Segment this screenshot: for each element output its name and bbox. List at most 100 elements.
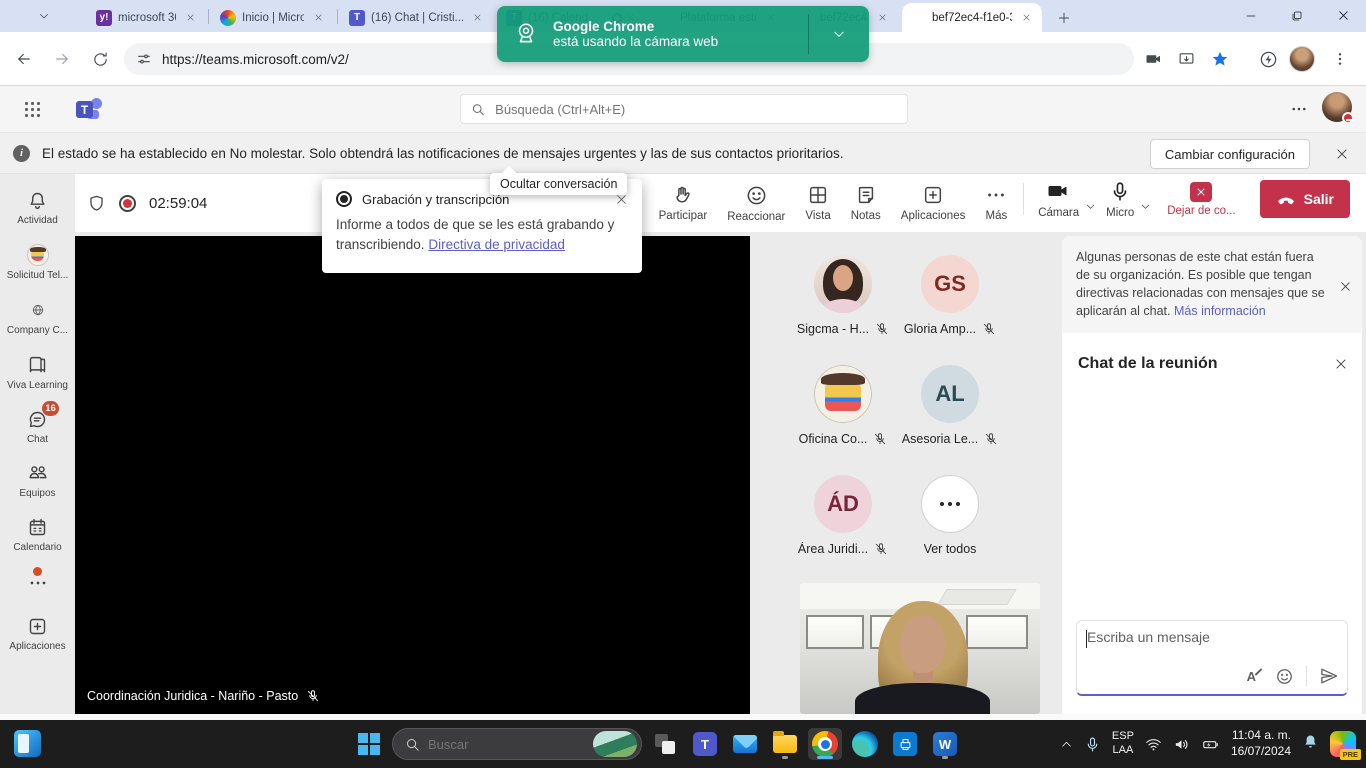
taskbar-chrome-icon[interactable]	[808, 728, 842, 760]
taskbar-file-explorer-icon[interactable]	[768, 728, 802, 760]
notification-bell-icon[interactable]	[1302, 733, 1319, 755]
taskbar-teams-icon[interactable]: T	[688, 728, 722, 760]
browser-tab[interactable]: T (16) Chat | Cristi...	[341, 3, 493, 32]
wifi-icon[interactable]	[1145, 736, 1162, 753]
taskbar-word-icon[interactable]: W	[928, 728, 962, 760]
more-info-link[interactable]: Más información	[1174, 304, 1266, 318]
taskbar-search[interactable]	[392, 728, 642, 760]
search-highlight-thumbnail[interactable]	[593, 731, 637, 757]
camera-permission-icon[interactable]	[1140, 45, 1168, 73]
site-info-icon[interactable]	[136, 51, 152, 67]
reload-icon[interactable]	[86, 45, 114, 73]
toolbar-vista-button[interactable]: Vista	[795, 179, 840, 227]
language-indicator[interactable]: ESP LAA	[1112, 730, 1134, 758]
teams-search-box[interactable]	[460, 94, 908, 124]
window-close-button[interactable]	[1320, 0, 1366, 31]
participant-tile[interactable]: GS Gloria Amp...	[892, 255, 1008, 336]
self-video-tile[interactable]	[800, 583, 1040, 714]
leave-button[interactable]: Salir	[1260, 180, 1350, 218]
taskbar-search-input[interactable]	[428, 737, 578, 752]
toolbar-notas-button[interactable]: Notas	[841, 179, 891, 227]
participant-tile[interactable]: Sigcma - H...	[785, 255, 901, 336]
change-settings-button[interactable]: Cambiar configuración	[1150, 139, 1310, 169]
yammer-icon: y!	[96, 10, 112, 26]
tab-close-icon[interactable]	[1018, 10, 1034, 26]
window-restore-button[interactable]	[1274, 0, 1320, 31]
send-icon[interactable]	[1319, 666, 1339, 686]
taskbar-scanner-icon[interactable]	[888, 728, 922, 760]
toolbar-mas-button[interactable]: Más	[975, 179, 1017, 227]
app-launcher-icon[interactable]	[25, 102, 40, 117]
toolbar-participar-button[interactable]: Participar	[649, 179, 718, 227]
stop-sharing-button[interactable]: Dejar de co...	[1167, 182, 1235, 217]
install-app-icon[interactable]	[1172, 45, 1200, 73]
taskbar-mail-icon[interactable]	[728, 728, 762, 760]
forward-icon[interactable]	[48, 45, 76, 73]
camera-options-chevron-icon[interactable]	[1085, 201, 1096, 212]
banner-close-icon[interactable]	[1330, 142, 1354, 166]
battery-icon[interactable]	[1201, 736, 1220, 753]
taskbar-edge-icon[interactable]	[848, 728, 882, 760]
toolbar-aplicaciones-button[interactable]: Aplicaciones	[891, 179, 976, 227]
participant-tile[interactable]: Oficina Co...	[785, 365, 901, 446]
tab-close-icon[interactable]	[469, 10, 485, 26]
url-text: https://teams.microsoft.com/v2/	[162, 52, 349, 67]
mic-icon	[1109, 180, 1131, 203]
start-button[interactable]	[352, 728, 386, 760]
participant-avatar-initials: AL	[921, 365, 979, 423]
sidebar-item-equipos[interactable]: Equipos	[0, 461, 75, 499]
taskbar-clock[interactable]: 11:04 a. m. 16/07/2024	[1231, 728, 1291, 759]
participant-tile[interactable]: ÁD Área Juridi...	[785, 475, 901, 556]
notice-close-icon[interactable]	[1339, 280, 1352, 293]
browser-tab[interactable]: Inicio | Microsof...	[212, 3, 334, 32]
back-icon[interactable]	[10, 45, 38, 73]
teams-profile-avatar[interactable]	[1322, 92, 1352, 122]
message-input[interactable]	[1087, 629, 1337, 645]
camera-button[interactable]: Cámara	[1034, 179, 1083, 219]
extension-icon[interactable]	[1254, 45, 1282, 73]
browser-profile-avatar[interactable]	[1288, 45, 1316, 73]
tab-search-chevron-icon[interactable]	[30, 5, 58, 27]
copilot-icon[interactable]: PRE	[1330, 731, 1356, 757]
new-tab-button[interactable]	[1052, 6, 1076, 30]
participant-avatar-initials: GS	[921, 255, 979, 313]
message-composer[interactable]: A	[1076, 620, 1348, 696]
sidebar-item-chat[interactable]: 16 Chat	[0, 407, 75, 445]
teams-search-input[interactable]	[495, 102, 897, 117]
emoji-icon[interactable]	[1275, 667, 1294, 686]
browser-menu-icon[interactable]	[1326, 45, 1354, 73]
participant-tile[interactable]: AL Asesoria Le...	[892, 365, 1008, 446]
browser-tab-active[interactable]: bef72ec4-f1e0-3...	[902, 3, 1042, 32]
see-all-participants-tile[interactable]: Ver todos	[892, 475, 1008, 556]
tab-close-icon[interactable]	[874, 10, 890, 26]
sidebar-item-company[interactable]: Company C...	[0, 298, 75, 336]
camera-usage-notification[interactable]: Google Chrome está usando la cámara web	[497, 6, 869, 62]
format-icon[interactable]: A	[1247, 669, 1263, 684]
volume-icon[interactable]	[1173, 736, 1190, 753]
chat-panel-close-icon[interactable]	[1334, 357, 1348, 371]
sidebar-item-aplicaciones[interactable]: Aplicaciones	[0, 614, 75, 652]
widgets-icon[interactable]	[14, 730, 41, 757]
sidebar-item-more[interactable]	[0, 567, 75, 590]
notification-expand-chevron-icon[interactable]	[809, 27, 869, 41]
meeting-chat-panel: Algunas personas de este chat están fuer…	[1062, 236, 1362, 714]
task-view-button[interactable]	[648, 728, 682, 760]
sidebar-item-viva-learning[interactable]: Viva Learning	[0, 353, 75, 391]
browser-tab[interactable]: y! microsoft 365 - ...	[88, 3, 206, 32]
mic-button[interactable]: Micro	[1102, 180, 1138, 219]
sidebar-item-actividad[interactable]: Actividad	[0, 188, 75, 226]
sidebar-item-calendario[interactable]: Calendario	[0, 515, 75, 553]
sidebar-item-solicitud[interactable]: Solicitud Tel...	[0, 243, 75, 281]
hide-conversation-tooltip: Ocultar conversación	[490, 173, 627, 195]
tray-mic-icon[interactable]	[1084, 736, 1101, 753]
notification-app-name: Google Chrome	[553, 19, 718, 34]
toolbar-reaccionar-button[interactable]: Reaccionar	[717, 179, 795, 227]
mic-options-chevron-icon[interactable]	[1140, 201, 1151, 212]
bookmark-star-icon[interactable]	[1206, 45, 1234, 73]
window-minimize-button[interactable]	[1228, 0, 1274, 31]
privacy-policy-link[interactable]: Directiva de privacidad	[428, 237, 565, 252]
teams-header-more-icon[interactable]	[1290, 100, 1308, 123]
tab-close-icon[interactable]	[310, 10, 326, 26]
tab-close-icon[interactable]	[182, 10, 198, 26]
tray-chevron-up-icon[interactable]	[1060, 738, 1073, 751]
